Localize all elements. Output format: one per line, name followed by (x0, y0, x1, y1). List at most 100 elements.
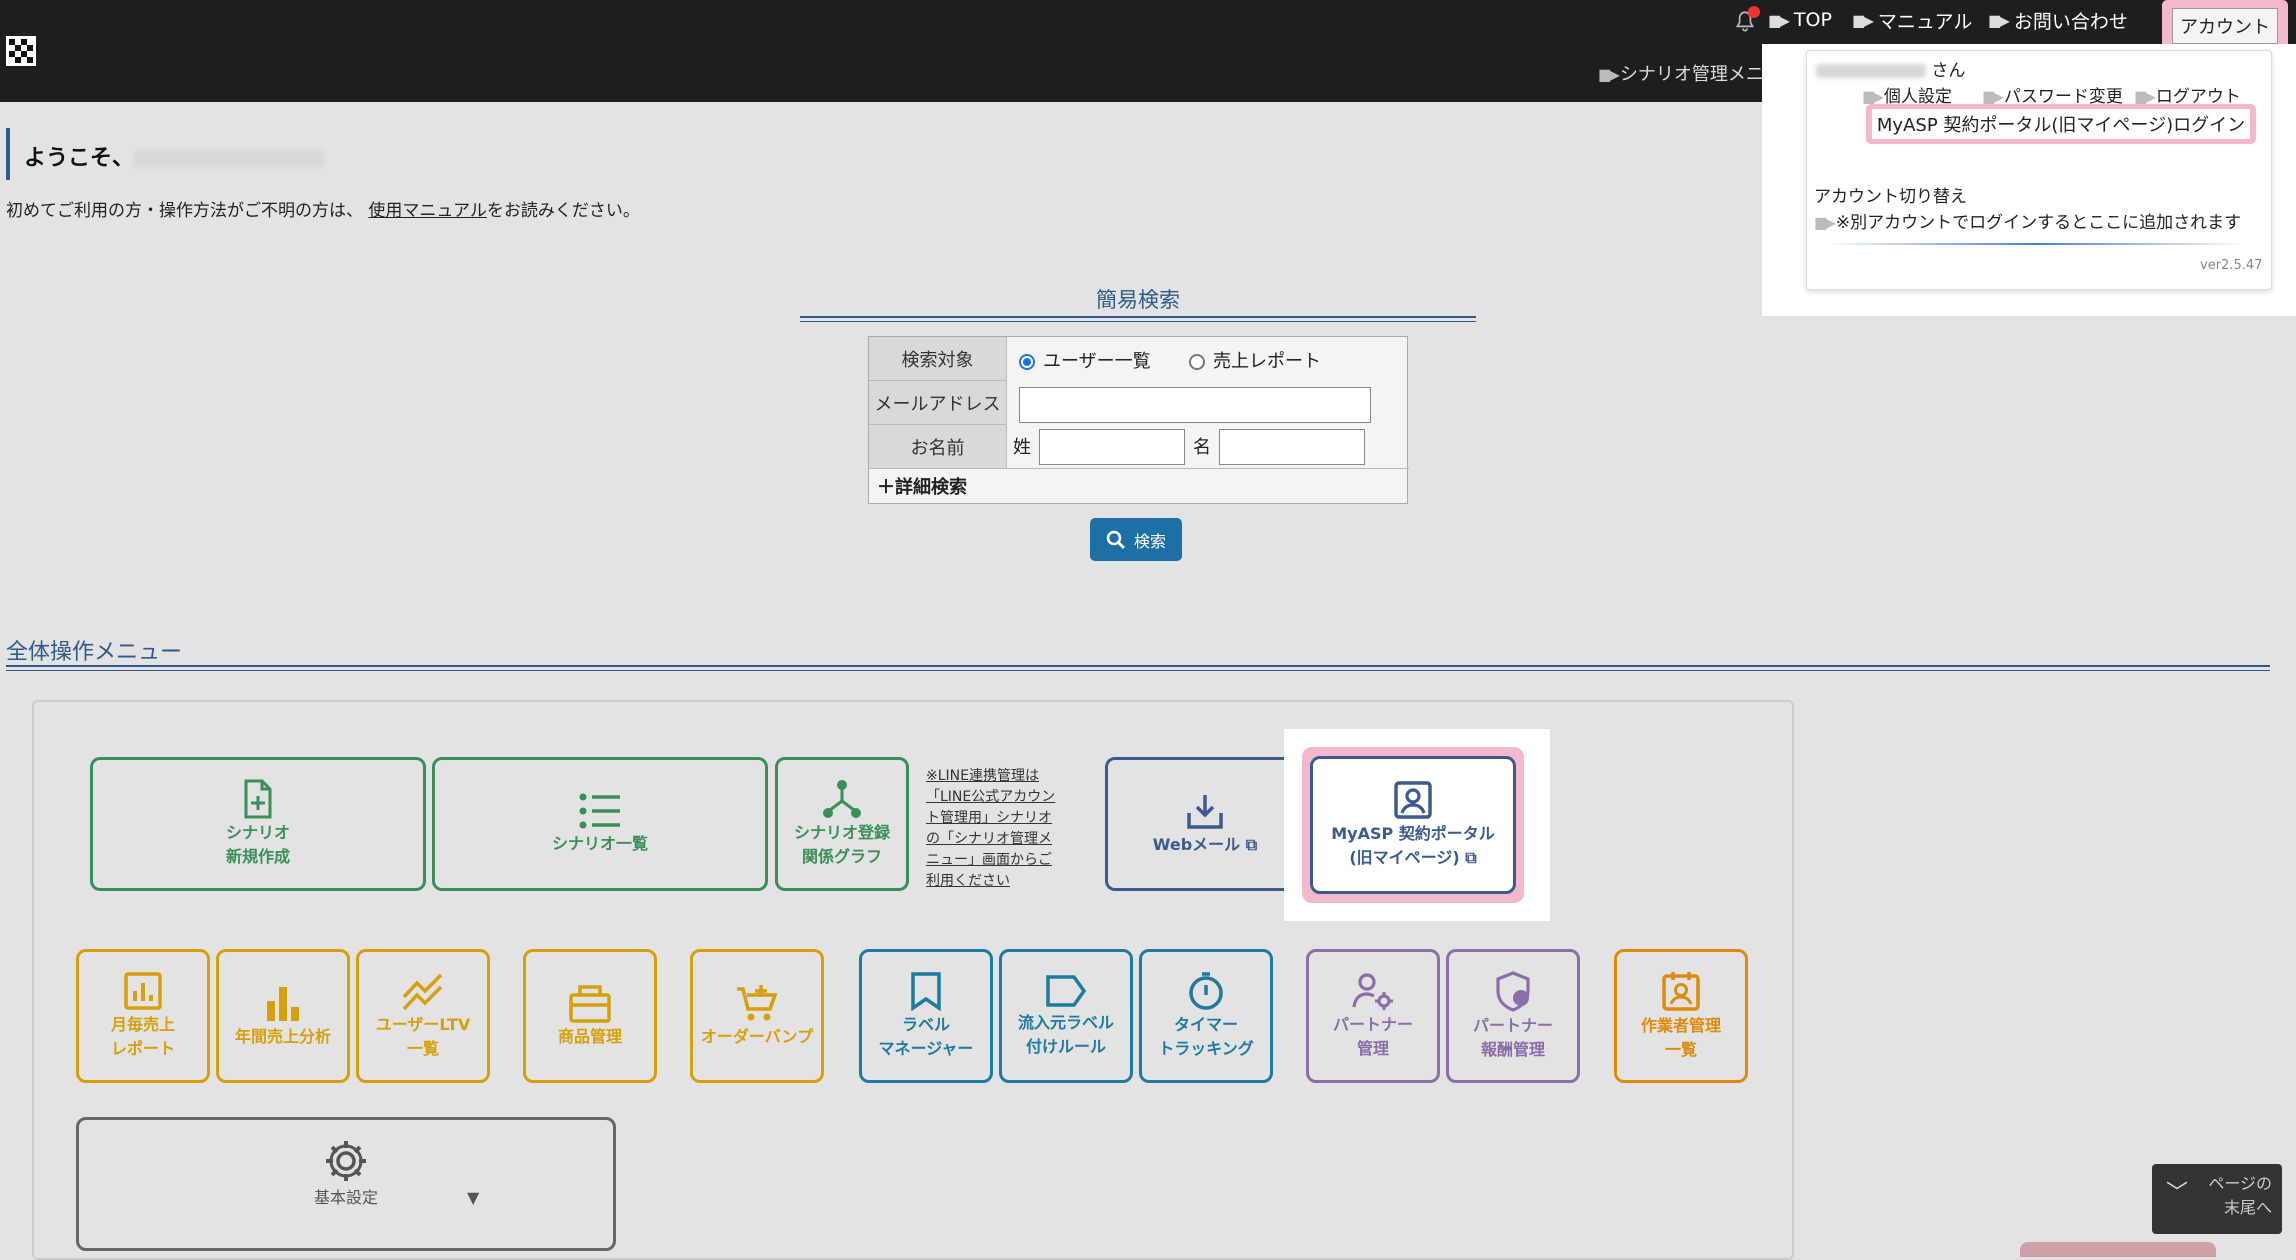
annual-label: 年間売上分析 (234, 1027, 331, 1046)
target-radio-sales[interactable]: 売上レポート (1189, 347, 1321, 373)
scenario-list-tile[interactable]: シナリオ一覧 (432, 757, 768, 891)
gift-box-icon (569, 985, 611, 1023)
manual-link[interactable]: 使用マニュアル (368, 201, 487, 221)
notification-badge (1748, 6, 1760, 18)
timer-label-2: トラッキング (1158, 1039, 1254, 1058)
account-button[interactable]: アカウント (2172, 8, 2278, 44)
target-users-label: ユーザー一覧 (1043, 351, 1151, 372)
webmail-tile[interactable]: Webメール ⧉ (1105, 757, 1305, 891)
user-ltv-tile[interactable]: ユーザーLTV 一覧 (356, 949, 490, 1083)
scenario-new-label-2: 新規作成 (225, 847, 290, 866)
account-switch-note-text: ※別アカウントでログインするとここに追加されます (1835, 213, 2242, 233)
blurred-welcome-name (134, 150, 325, 168)
portal-login-link[interactable]: MyASP 契約ポータル(旧マイページ)ログイン (1872, 109, 2250, 139)
workers-list-tile[interactable]: 作業者管理 一覧 (1614, 949, 1748, 1083)
order-bump-label: オーダーバンプ (700, 1027, 814, 1046)
monthly-sales-tile[interactable]: 月毎売上 レポート (76, 949, 210, 1083)
user-portrait-icon (1394, 781, 1432, 819)
target-sales-label: 売上レポート (1213, 351, 1321, 372)
radio-unselected-icon (1189, 354, 1205, 370)
email-input[interactable] (1019, 387, 1371, 423)
inflow-label-1: 流入元ラベル (1017, 1013, 1114, 1032)
scenario-graph-tile[interactable]: シナリオ登録 関係グラフ (775, 757, 909, 891)
account-username: さん (1816, 56, 1965, 81)
nav-top-label: TOP (1793, 9, 1832, 31)
last-name-label: 姓 (1013, 437, 1031, 458)
intro-text: 初めてご利用の方・操作方法がご不明の方は、 使用マニュアルをお読みください。 (6, 196, 640, 221)
scenario-graph-label-2: 関係グラフ (801, 847, 882, 866)
arrow-icon: ▮▮▶ (1988, 10, 2010, 30)
webmail-text: Webメール (1152, 835, 1241, 854)
welcome-title: ようこそ、 (24, 140, 325, 172)
nav-top-link[interactable]: ▮▮▶ TOP (1768, 7, 1832, 33)
external-link-icon: ⧉ (1245, 835, 1258, 854)
partner-management-tile[interactable]: パートナー 管理 (1306, 949, 1440, 1083)
user-gear-icon (1352, 973, 1393, 1010)
arrow-icon: ▮▮▶ (1814, 213, 1836, 232)
inflow-label-tile[interactable]: 流入元ラベル 付けルール (999, 949, 1133, 1083)
intro-after: をお読みください。 (486, 201, 640, 221)
chat-avatar[interactable] (2020, 1242, 2216, 1257)
bar-report-icon (124, 972, 162, 1010)
menu-title-rule (6, 670, 2270, 671)
nav-manual-link[interactable]: ▮▮▶ マニュアル (1852, 7, 1972, 33)
search-form: 検索対象 メールアドレス お名前 ユーザー一覧 売上レポート 姓 名 ＋詳細検索 (868, 336, 1409, 504)
monthly-label-1: 月毎売上 (110, 1015, 175, 1034)
portal-label-2-wrap: (旧マイページ) ⧉ (1349, 846, 1476, 870)
welcome-accent-bar (6, 128, 10, 180)
monthly-label-2: レポート (110, 1039, 175, 1058)
ltv-label-2: 一覧 (406, 1039, 439, 1058)
bookmark-icon (911, 972, 941, 1011)
timer-tracking-tile[interactable]: タイマー トラッキング (1139, 949, 1273, 1083)
bar-chart-icon (267, 987, 299, 1021)
products-label: 商品管理 (557, 1027, 622, 1046)
search-title: 簡易検索 (1096, 288, 1180, 312)
network-graph-icon (823, 780, 861, 818)
nav-contact-link[interactable]: ▮▮▶ お問い合わせ (1988, 7, 2128, 33)
trend-line-icon (402, 973, 443, 1011)
name-label: お名前 (869, 425, 1007, 469)
annual-sales-tile[interactable]: 年間売上分析 (216, 949, 350, 1083)
list-icon (579, 793, 620, 829)
product-management-tile[interactable]: 商品管理 (523, 949, 657, 1083)
gear-icon (326, 1141, 366, 1181)
label-manager-tile[interactable]: ラベル マネージャー (859, 949, 993, 1083)
search-icon (1106, 530, 1125, 549)
external-link-icon: ⧉ (1465, 848, 1477, 867)
order-bump-tile[interactable]: オーダーバンプ (690, 949, 824, 1083)
file-plus-icon (244, 779, 272, 819)
workers-label-2: 一覧 (1664, 1040, 1697, 1059)
arrow-icon: ▮▮▶ (1598, 65, 1620, 84)
portal-tile[interactable]: MyASP 契約ポータル (旧マイページ) ⧉ (1310, 756, 1516, 894)
scenario-list-label: シナリオ一覧 (551, 834, 648, 853)
last-name-input[interactable] (1039, 429, 1185, 465)
partner-reward-label-2: 報酬管理 (1480, 1040, 1545, 1059)
label-manager-label-1: ラベル (901, 1015, 950, 1034)
partner-reward-tile[interactable]: パートナー 報酬管理 (1446, 949, 1580, 1083)
tag-icon (1046, 975, 1087, 1007)
chevron-down-icon: ﹀ (2166, 1181, 2189, 1206)
scenario-new-label-1: シナリオ (225, 823, 290, 842)
qr-code-icon[interactable] (6, 36, 36, 66)
portal-label-1: MyASP 契約ポータル (1331, 824, 1495, 843)
target-radio-users[interactable]: ユーザー一覧 (1019, 347, 1151, 373)
nav-manual-label: マニュアル (1877, 10, 1973, 33)
timer-label-1: タイマー (1173, 1015, 1238, 1034)
first-name-input[interactable] (1219, 429, 1365, 465)
scroll-to-end-button[interactable]: ﹀ ページの 末尾へ (2152, 1164, 2282, 1234)
nav-contact-label: お問い合わせ (2013, 10, 2128, 33)
scenario-new-tile[interactable]: シナリオ 新規作成 (90, 757, 426, 891)
account-switch-note: ▮▮▶ ※別アカウントでログインするとここに追加されます (1814, 208, 2241, 233)
blurred-username (1816, 64, 1926, 78)
version-label: ver2.5.47 (2200, 258, 2263, 273)
dropdown-divider (1826, 243, 2246, 245)
shield-user-icon (1496, 971, 1530, 1012)
email-label: メールアドレス (869, 381, 1007, 425)
partner-label-1: パートナー (1332, 1015, 1413, 1034)
line-integration-note[interactable]: ※LINE連携管理は「LINE公式アカウント管理用」シナリオの「シナリオ管理メニ… (926, 766, 1060, 892)
basic-settings-tile[interactable]: 基本設定 ▼ (76, 1117, 616, 1251)
arrow-icon: ▮▮▶ (1852, 10, 1874, 30)
search-button[interactable]: 検索 (1090, 518, 1182, 561)
chevron-down-icon[interactable]: ▼ (467, 1186, 479, 1210)
advanced-search-toggle[interactable]: ＋詳細検索 (877, 473, 967, 499)
